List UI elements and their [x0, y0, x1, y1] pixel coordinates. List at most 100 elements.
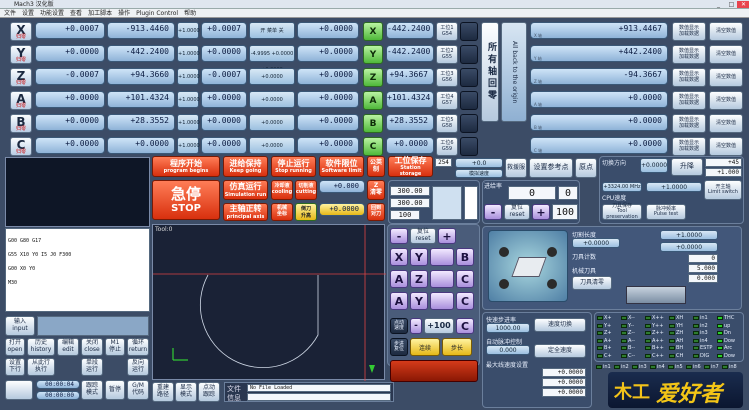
load-data-button[interactable]: 数值显示 加载数据	[672, 137, 706, 156]
menu-operate[interactable]: 操作	[118, 9, 130, 17]
work-offset-button[interactable]: 工位6 G59	[436, 137, 458, 156]
soft-limit-button[interactable]: 软件限位 Software limit	[319, 156, 364, 177]
work-axis-b-button[interactable]: B	[363, 114, 383, 133]
jog-z-button[interactable]: Z	[410, 270, 428, 288]
work-offset-toggle[interactable]	[460, 22, 478, 41]
clear-value-button[interactable]: 清空数值	[709, 114, 743, 133]
jog-c-button[interactable]: C	[456, 292, 474, 310]
full-speed-button[interactable]: 定全速度	[534, 344, 586, 358]
jog-y-button[interactable]: Y	[410, 292, 428, 310]
menu-plugin-control[interactable]: Plugin Control	[136, 9, 178, 17]
jog-step-toggle[interactable]	[430, 292, 454, 310]
load-data-button[interactable]: 数值显示 加载数据	[672, 45, 706, 64]
work-offset-button[interactable]: 工位5 G58	[436, 114, 458, 133]
stop-running-button[interactable]: 停止运行 Stop running	[271, 156, 316, 177]
axis-b-button[interactable]: B 归零	[10, 114, 32, 133]
set-reference-button[interactable]: 设置参考点	[529, 158, 573, 178]
feed-plus[interactable]: +	[532, 204, 550, 220]
load-data-button[interactable]: 数值显示 加载数据	[672, 22, 706, 41]
work-axis-y-button[interactable]: Y	[363, 45, 383, 64]
feed-minus[interactable]: -	[484, 204, 502, 220]
coolant-button[interactable]: 冷却液 cooling	[271, 180, 293, 200]
lb-run_from-button[interactable]: 从此行 执行	[27, 358, 55, 376]
clear-value-button[interactable]: 清空数值	[709, 91, 743, 110]
jog-c-button[interactable]: C	[456, 270, 474, 288]
feed-reset[interactable]: 复位 reset	[504, 204, 530, 220]
lb-set-button[interactable]: 设置 下行	[5, 358, 25, 376]
all-axes-home-button[interactable]: 所有轴回零	[481, 22, 499, 122]
load-data-button[interactable]: 数值显示 加载数据	[672, 68, 706, 87]
work-offset-button[interactable]: 工位1 G54	[436, 22, 458, 41]
retract-button[interactable]: 倒刀 升高	[295, 203, 317, 221]
simulation-run-button[interactable]: 仿真运行 Simulation run	[223, 180, 268, 200]
lb-pause-button[interactable]: 暂停	[105, 380, 125, 400]
lb-gm-button[interactable]: G/M 代码	[127, 380, 149, 400]
lb-loop-button[interactable]: 循环 return	[127, 338, 149, 356]
load-data-button[interactable]: 数值显示 加载数据	[672, 114, 706, 133]
program-start-button[interactable]: 程序开始 program begins	[152, 156, 220, 177]
clear-value-button[interactable]: 清空数值	[709, 45, 743, 64]
work-offset-button[interactable]: 工位2 G55	[436, 45, 458, 64]
lb-close-button[interactable]: 关闭 close	[81, 338, 103, 356]
axis-a-button[interactable]: A 归零	[10, 91, 32, 110]
tool-save-button[interactable]: 刀具保存 Tool preservation	[602, 203, 642, 220]
handwheel-bar[interactable]	[390, 360, 478, 382]
clear-value-button[interactable]: 清空数值	[709, 137, 743, 156]
menu-file[interactable]: 文件	[4, 9, 16, 17]
work-axis-a-button[interactable]: A	[363, 91, 383, 110]
work-offset-toggle[interactable]	[460, 114, 478, 133]
work-offset-toggle[interactable]	[460, 68, 478, 87]
clear-value-button[interactable]: 清空数值	[709, 68, 743, 87]
menu-function-settings[interactable]: 功能设置	[40, 9, 64, 17]
jog-c-plus[interactable]: C	[456, 318, 474, 334]
metric-button[interactable]: 公英制	[367, 156, 385, 177]
lb-edit-button[interactable]: 编辑 edit	[57, 338, 79, 356]
axis-z-button[interactable]: Z 归零	[10, 68, 32, 87]
work-offset-toggle[interactable]	[460, 45, 478, 64]
open-spindle-button[interactable]: 开主轴 Limit switch	[704, 180, 742, 200]
axis-c-button[interactable]: C 归零	[10, 137, 32, 156]
feed-hold-button[interactable]: 进给保持 Keep going	[223, 156, 268, 177]
minimize-button[interactable]: _	[712, 1, 725, 8]
clear-value-button[interactable]: 清空数值	[709, 22, 743, 41]
close-button[interactable]: ✕	[737, 1, 749, 8]
z-zero-button[interactable]: Z 清零	[367, 180, 385, 200]
jog-step-button[interactable]: 步长	[442, 338, 472, 356]
jog-x-button[interactable]: X	[390, 248, 408, 266]
lb-reverse-button[interactable]: 反向 运行	[127, 358, 149, 376]
jog-speed-minus[interactable]: -	[410, 318, 422, 334]
jog-plus-top[interactable]: +	[438, 228, 456, 244]
work-axis-x-button[interactable]: X	[363, 22, 383, 41]
go-to-tool-button[interactable]: 回到 对刀	[367, 203, 385, 221]
lb-show-button[interactable]: 显示 模式	[175, 382, 197, 402]
all-axes-home-en[interactable]: All back to the origin	[501, 22, 527, 122]
lb-m1-button[interactable]: M1 停止	[105, 338, 125, 356]
jog-reset-button[interactable]: 复位 reset	[410, 228, 436, 244]
lb-history-button[interactable]: 历史 history	[27, 338, 55, 356]
menu-wizard[interactable]: 加工脚本	[88, 9, 112, 17]
origin-button[interactable]: 原点	[575, 158, 597, 178]
spindle-cw-button[interactable]: 主轴正转 principal axis	[223, 203, 268, 221]
tool-clear-button[interactable]: 刀具清零	[572, 276, 612, 290]
machine-coord-button[interactable]: 机械 坐标	[271, 203, 293, 221]
jog-step-toggle[interactable]	[430, 270, 454, 288]
jog-b-button[interactable]: B	[456, 248, 474, 266]
work-axis-z-button[interactable]: Z	[363, 68, 383, 87]
work-axis-c-button[interactable]: C	[363, 137, 383, 156]
jog-step-toggle[interactable]	[430, 248, 454, 266]
menu-view[interactable]: 查看	[70, 9, 82, 17]
work-offset-button[interactable]: 工位3 G56	[436, 68, 458, 87]
speed-switch-button[interactable]: 速度切换	[534, 318, 586, 332]
pulse-test-button[interactable]: 脉冲频率 Pulse test	[646, 204, 686, 220]
speed-slider[interactable]	[464, 186, 478, 220]
work-offset-button[interactable]: 工位4 G57	[436, 91, 458, 110]
jog-a-button[interactable]: A	[390, 270, 408, 288]
lift-button[interactable]: 升降	[671, 158, 703, 176]
jog-y-button[interactable]: Y	[410, 248, 428, 266]
load-data-button[interactable]: 数值显示 加载数据	[672, 91, 706, 110]
lb-regen-button[interactable]: 重建 路径	[152, 382, 174, 402]
rescue-button[interactable]: 救援服	[505, 158, 527, 178]
jog-minus-top[interactable]: -	[390, 228, 408, 244]
lb-simul-button[interactable]: 点动 跟踪	[198, 382, 220, 402]
lb-trace-button[interactable]: 跟踪 模式	[81, 380, 103, 400]
